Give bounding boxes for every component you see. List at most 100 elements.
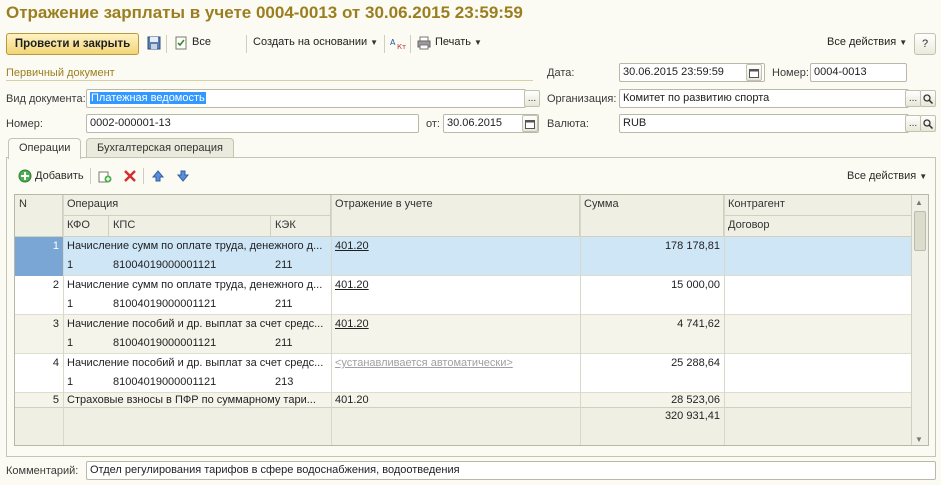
chevron-down-icon: ▼ (899, 38, 908, 47)
posting-auto-link[interactable]: <устанавливается автоматически> (331, 357, 580, 369)
row-number: 3 (52, 318, 59, 330)
all-actions-label: Все действия (827, 36, 897, 48)
post-button[interactable]: Все (192, 36, 211, 48)
date-field[interactable]: 30.06.2015 23:59:59 (619, 63, 765, 82)
from-date-label: от: (426, 118, 440, 130)
svg-text:A: A (390, 38, 396, 47)
delete-icon[interactable] (123, 169, 137, 183)
table-row[interactable]: 1 Начисление сумм по оплате труда, денеж… (15, 237, 912, 276)
operation-cell[interactable]: Начисление сумм по оплате труда, денежно… (63, 279, 331, 291)
column-header-posting[interactable]: Отражение в учете (331, 195, 580, 237)
doc-type-value: Платежная ведомость (90, 92, 206, 104)
currency-field[interactable]: RUB (619, 114, 909, 133)
column-header-kps[interactable]: КПС (109, 216, 271, 237)
print-label: Печать (435, 36, 472, 48)
number-label: Номер: (772, 67, 809, 79)
operation-cell[interactable]: Начисление сумм по оплате труда, денежно… (63, 240, 331, 252)
column-header-counterparty[interactable]: Контрагент (724, 195, 912, 216)
posting-link[interactable]: 401.20 (331, 318, 580, 330)
amount-cell[interactable]: 178 178,81 (580, 240, 724, 252)
save-icon[interactable] (147, 36, 161, 50)
printer-icon (417, 36, 431, 50)
table-row[interactable]: 3 Начисление пособий и др. выплат за сче… (15, 315, 912, 354)
from-date-calendar-button[interactable] (522, 115, 538, 132)
calendar-button[interactable] (746, 64, 762, 81)
table-scrollbar[interactable]: ▲ ▼ (911, 195, 928, 445)
column-header-n[interactable]: N (15, 195, 63, 237)
spellcheck-icon[interactable]: A Кт (390, 36, 406, 51)
amount-cell[interactable]: 4 741,62 (580, 318, 724, 330)
doc-type-field[interactable]: Платежная ведомость (86, 89, 526, 108)
kfo-cell[interactable]: 1 (63, 376, 109, 388)
kps-cell[interactable]: 81004019000001121 (109, 337, 271, 349)
svg-text:Кт: Кт (397, 43, 406, 50)
copy-row-icon[interactable] (98, 169, 112, 183)
posting-link[interactable]: 401.20 (331, 240, 580, 252)
posting-link[interactable]: 401.20 (331, 279, 580, 291)
create-based-on-menu[interactable]: Создать на основании ▼ (253, 36, 378, 48)
column-header-contract[interactable]: Договор (724, 216, 912, 237)
kfo-cell[interactable]: 1 (63, 298, 109, 310)
kfo-cell[interactable]: 1 (63, 337, 109, 349)
scroll-down-icon[interactable]: ▼ (915, 435, 923, 444)
kps-cell[interactable]: 81004019000001121 (109, 259, 271, 271)
date-label: Дата: (547, 67, 575, 79)
column-header-operation[interactable]: Операция (63, 195, 331, 216)
kek-cell[interactable]: 213 (271, 376, 331, 388)
organization-select-button[interactable]: ... (905, 90, 921, 107)
table-row[interactable]: 4 Начисление пособий и др. выплат за сче… (15, 354, 912, 393)
kfo-cell[interactable]: 1 (63, 259, 109, 271)
chevron-down-icon: ▼ (474, 38, 482, 47)
add-icon (18, 169, 32, 183)
table-all-actions-menu[interactable]: Все действия ▼ (847, 170, 927, 182)
column-header-kfo[interactable]: КФО (63, 216, 109, 237)
scroll-thumb[interactable] (914, 211, 926, 251)
main-toolbar: Провести и закрыть Все Создать на основа… (0, 31, 941, 57)
operation-cell[interactable]: Страховые взносы в ПФР по суммарному тар… (63, 394, 331, 406)
table-row[interactable]: 2 Начисление сумм по оплате труда, денеж… (15, 276, 912, 315)
kps-cell[interactable]: 81004019000001121 (109, 298, 271, 310)
number2-field[interactable]: 0002-000001-13 (86, 114, 419, 133)
posting-cell[interactable]: 401.20 (331, 394, 580, 406)
amount-cell[interactable]: 28 523,06 (580, 394, 724, 406)
tab-accounting-operation[interactable]: Бухгалтерская операция (86, 138, 234, 158)
column-header-amount[interactable]: Сумма (580, 195, 724, 237)
operation-cell[interactable]: Начисление пособий и др. выплат за счет … (63, 357, 331, 369)
table-footer: 320 931,41 (15, 407, 912, 445)
help-button[interactable]: ? (914, 33, 936, 55)
organization-search-button[interactable] (920, 90, 936, 107)
move-up-icon[interactable] (151, 169, 165, 183)
row-number: 2 (52, 279, 59, 291)
column-header-kek[interactable]: КЭК (271, 216, 331, 237)
doc-type-select-button[interactable]: ... (524, 90, 540, 107)
comment-field[interactable]: Отдел регулирования тарифов в сфере водо… (86, 461, 936, 480)
table-all-actions-label: Все действия (847, 170, 917, 182)
kek-cell[interactable]: 211 (271, 298, 331, 310)
number2-label: Номер: (6, 118, 43, 130)
kek-cell[interactable]: 211 (271, 337, 331, 349)
kps-cell[interactable]: 81004019000001121 (109, 376, 271, 388)
comment-label: Комментарий: (6, 465, 79, 477)
operation-cell[interactable]: Начисление пособий и др. выплат за счет … (63, 318, 331, 330)
organization-field[interactable]: Комитет по развитию спорта (619, 89, 909, 108)
post-icon[interactable] (174, 36, 188, 50)
move-down-icon[interactable] (176, 169, 190, 183)
currency-select-button[interactable]: ... (905, 115, 921, 132)
row-number: 1 (52, 240, 59, 252)
amount-total: 320 931,41 (664, 410, 720, 422)
print-menu[interactable]: Печать ▼ (435, 36, 482, 48)
table-row[interactable]: 5 Страховые взносы в ПФР по суммарному т… (15, 393, 912, 407)
add-button[interactable]: Добавить (35, 170, 84, 182)
page-title: Отражение зарплаты в учете 0004-0013 от … (6, 3, 523, 22)
all-actions-menu[interactable]: Все действия ▼ (827, 36, 907, 48)
doc-type-label: Вид документа: (6, 93, 86, 105)
number-field[interactable]: 0004-0013 (810, 63, 907, 82)
amount-cell[interactable]: 25 288,64 (580, 357, 724, 369)
scroll-up-icon[interactable]: ▲ (915, 198, 923, 207)
post-and-close-button[interactable]: Провести и закрыть (6, 33, 139, 55)
primary-doc-group-label: Первичный документ (6, 67, 115, 79)
kek-cell[interactable]: 211 (271, 259, 331, 271)
currency-search-button[interactable] (920, 115, 936, 132)
tab-operations[interactable]: Операции (8, 138, 82, 159)
amount-cell[interactable]: 15 000,00 (580, 279, 724, 291)
